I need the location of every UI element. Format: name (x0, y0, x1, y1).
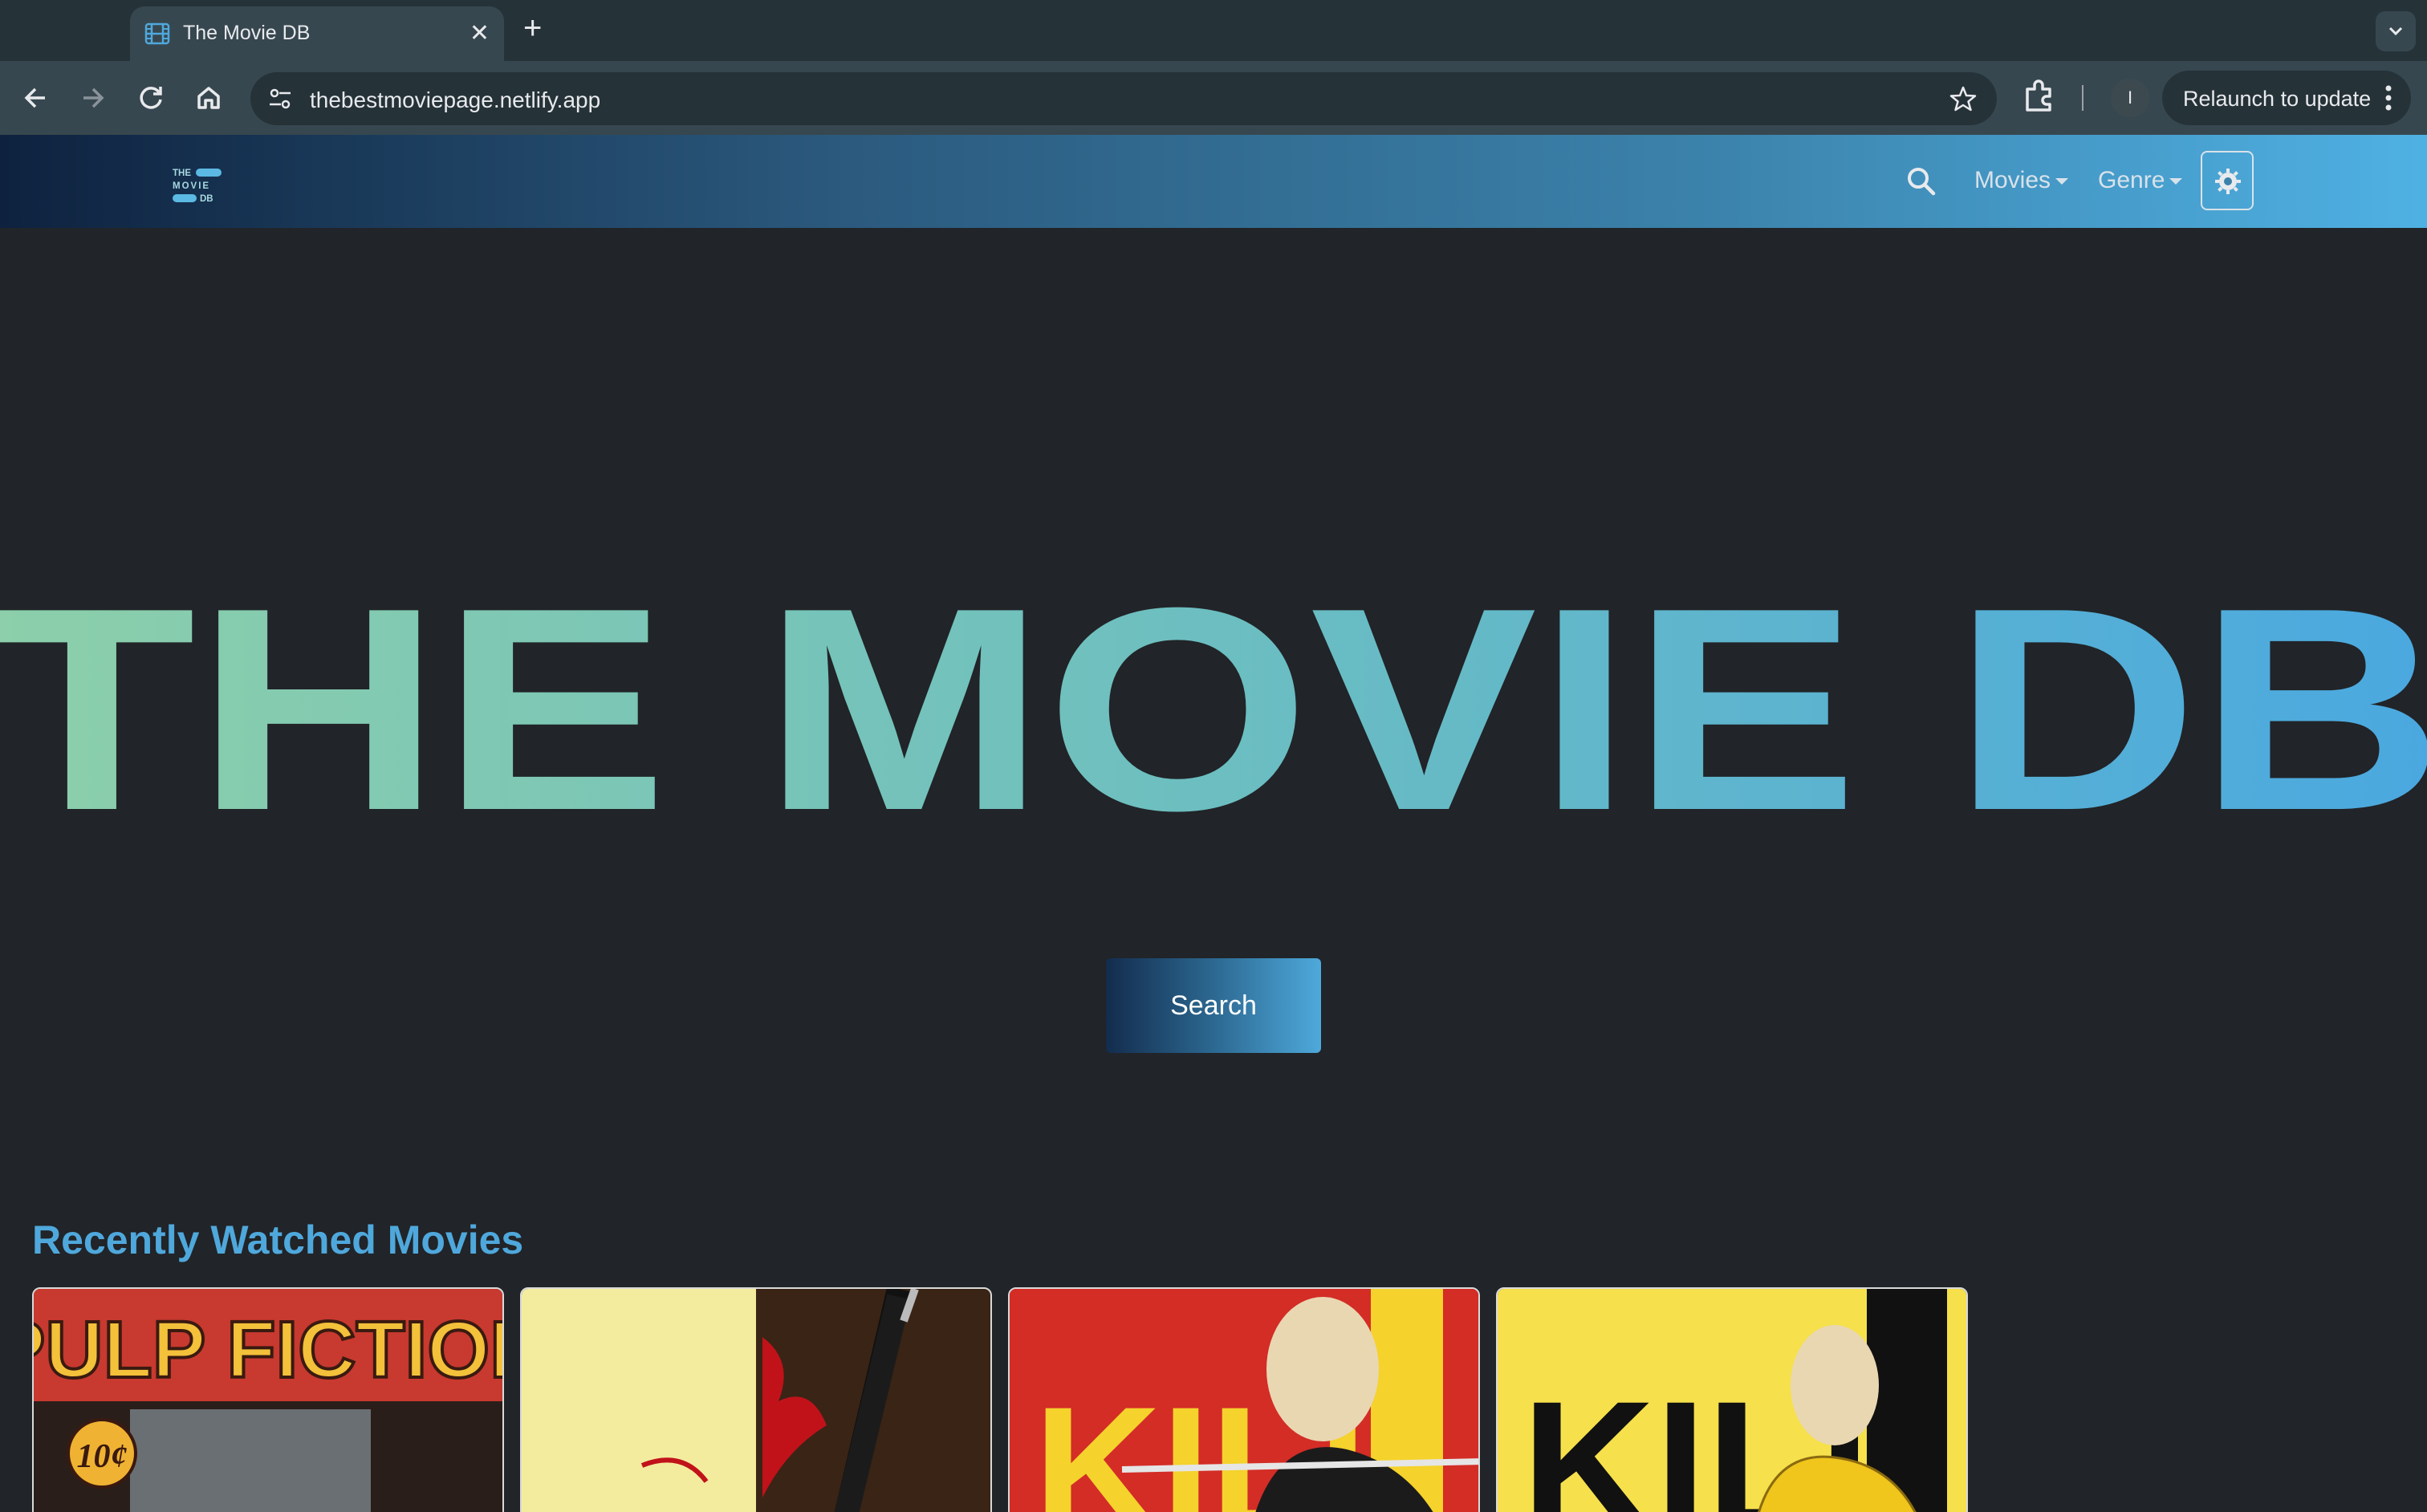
hero-title: THE MOVIE DB (0, 594, 2427, 819)
brand-line-db: DB (200, 194, 213, 204)
svg-text:10¢: 10¢ (77, 1438, 128, 1475)
recently-watched-heading: Recently Watched Movies (32, 1217, 524, 1262)
pulp-fiction-poster-art: PULP FICTION 10¢ (34, 1289, 504, 1512)
browser-tab[interactable]: The Movie DB ✕ (130, 6, 504, 61)
home-icon[interactable] (189, 79, 228, 117)
hero-search-button[interactable]: Search (1106, 958, 1321, 1053)
movie-poster[interactable]: PULP FICTION 10¢ (32, 1287, 504, 1512)
more-vert-icon (2385, 85, 2392, 111)
genre-label: Genre (2098, 167, 2165, 193)
movies-dropdown[interactable]: Movies (1974, 167, 2069, 194)
movies-label: Movies (1974, 167, 2051, 193)
tab-search-button[interactable] (2376, 11, 2416, 51)
bookmark-star-icon[interactable] (1949, 84, 1978, 113)
browser-window: The Movie DB ✕ + thebestmoviepage.netlif… (0, 0, 2427, 1512)
close-tab-icon[interactable]: ✕ (470, 18, 490, 50)
movie-poster[interactable] (520, 1287, 992, 1512)
relaunch-button[interactable]: Relaunch to update (2162, 71, 2411, 125)
theme-toggle-button[interactable] (2201, 151, 2254, 210)
movie-poster[interactable]: KILL (1496, 1287, 1968, 1512)
relaunch-label: Relaunch to update (2183, 87, 2372, 111)
movie-poster[interactable]: KILL (1008, 1287, 1480, 1512)
svg-text:THE MOVIE DB: THE MOVIE DB (0, 594, 2427, 819)
brand-logo[interactable]: THE MOVIE DB (172, 165, 223, 204)
film-icon (144, 22, 170, 45)
site-navbar: THE MOVIE DB Movies Genre (0, 135, 2427, 228)
tab-title: The Movie DB (183, 22, 311, 44)
address-bar[interactable]: thebestmoviepage.netlify.app (250, 72, 1997, 125)
toolbar-divider (2082, 85, 2083, 111)
caret-down-icon (2055, 178, 2069, 185)
kill-bill-vol1-poster-art: KILL (1498, 1289, 1966, 1512)
svg-text:PULP FICTION: PULP FICTION (34, 1305, 504, 1395)
profile-avatar[interactable]: I (2111, 79, 2149, 117)
brand-line-the: THE (173, 169, 191, 178)
brand-line-movie: MOVIE (173, 181, 210, 191)
chevron-down-icon (2388, 26, 2403, 36)
site-info-icon[interactable] (266, 85, 294, 112)
kill-bill-vol2-poster-art: KILL (1010, 1289, 1478, 1512)
caret-down-icon (2169, 178, 2183, 185)
url-text: thebestmoviepage.netlify.app (310, 87, 601, 112)
sun-gear-icon (2215, 169, 2241, 194)
forward-arrow-icon[interactable] (74, 79, 112, 117)
back-arrow-icon[interactable] (16, 79, 55, 117)
search-icon[interactable] (1905, 165, 1937, 197)
new-tab-icon[interactable]: + (523, 8, 542, 48)
genre-dropdown[interactable]: Genre (2098, 167, 2183, 194)
browser-toolbar: thebestmoviepage.netlify.app I Relaunch … (0, 61, 2427, 135)
extensions-puzzle-icon[interactable] (2021, 78, 2058, 115)
tab-strip: The Movie DB ✕ + (0, 0, 2427, 61)
kill-bill-sword-poster-art (522, 1289, 990, 1512)
reload-icon[interactable] (132, 79, 170, 117)
